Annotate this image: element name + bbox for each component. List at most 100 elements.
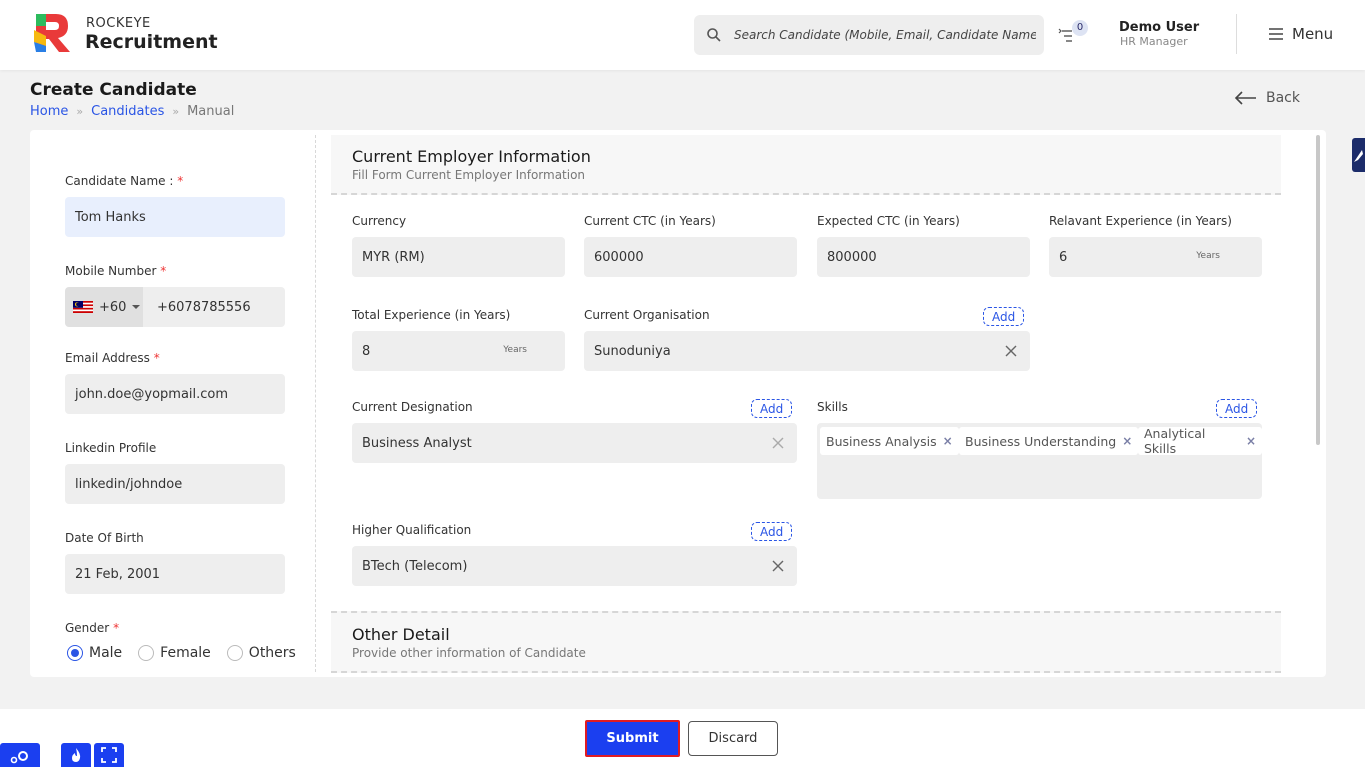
rockeye-logo[interactable] [32, 12, 72, 54]
designation-value: Business Analyst [362, 435, 472, 451]
relevant-experience-value: 6 [1059, 249, 1068, 265]
skill-chip-label: Business Understanding [965, 433, 1117, 449]
search-input[interactable] [734, 23, 1036, 47]
linkedin-field[interactable]: linkedin/johndoe [65, 464, 285, 504]
employer-section-header: Current Employer Information Fill Form C… [331, 135, 1281, 195]
designation-label: Current Designation [352, 400, 473, 414]
clear-icon[interactable] [771, 559, 785, 573]
breadcrumb-candidates[interactable]: Candidates [91, 104, 164, 119]
back-button[interactable]: Back [1234, 90, 1300, 106]
candidate-name-label: Candidate Name : * [65, 174, 184, 188]
submit-button[interactable]: Submit [585, 720, 680, 757]
hamburger-icon [1269, 28, 1283, 40]
breadcrumb-home[interactable]: Home [30, 104, 68, 119]
add-qualification-button[interactable]: Add [751, 522, 793, 541]
total-experience-value: 8 [362, 343, 371, 359]
candidate-name-field[interactable]: Tom Hanks [65, 197, 285, 237]
create-candidate-card: Candidate Name : * Tom Hanks Mobile Numb… [30, 130, 1326, 677]
footer-bar [0, 709, 1365, 767]
years-unit: Years [1196, 251, 1220, 261]
clear-icon[interactable] [771, 436, 785, 450]
skill-chip: Business Understanding × [959, 427, 1139, 455]
dob-label: Date Of Birth [65, 531, 144, 545]
country-code-select[interactable]: +60 [65, 287, 143, 327]
organisation-label: Current Organisation [584, 308, 710, 322]
skill-chip: Business Analysis × [820, 427, 959, 455]
basic-info-column: Candidate Name : * Tom Hanks Mobile Numb… [30, 130, 316, 677]
skills-label: Skills [817, 400, 848, 414]
fullscreen-fab[interactable] [94, 743, 124, 767]
other-section-subtitle: Provide other information of Candidate [352, 646, 586, 660]
current-ctc-value: 600000 [594, 249, 644, 265]
add-organisation-button[interactable]: Add [983, 307, 1025, 326]
other-section-title: Other Detail [352, 625, 450, 644]
user-role: HR Manager [1120, 35, 1188, 48]
email-field[interactable]: john.doe@yopmail.com [65, 374, 285, 414]
clear-icon[interactable] [1004, 344, 1018, 358]
brand-main-text: Recruitment [85, 31, 218, 53]
search-box[interactable] [694, 15, 1044, 55]
brand-top-text: ROCKEYE [86, 16, 151, 31]
designation-select[interactable]: Business Analyst [352, 423, 797, 463]
column-divider [315, 135, 316, 672]
remove-skill-icon[interactable]: × [943, 434, 953, 448]
user-name[interactable]: Demo User [1119, 20, 1199, 35]
fire-icon [72, 748, 81, 762]
trending-fab[interactable] [61, 743, 91, 767]
gender-radio-group: Male Female Others [67, 645, 302, 661]
gear-icon [10, 751, 28, 764]
remove-skill-icon[interactable]: × [1246, 434, 1256, 448]
settings-fab[interactable] [0, 743, 40, 767]
current-ctc-field[interactable]: 600000 [584, 237, 797, 277]
notification-badge: 0 [1072, 20, 1088, 36]
header-divider [1236, 14, 1237, 54]
currency-label: Currency [352, 214, 407, 228]
currency-select[interactable]: MYR (RM) [352, 237, 565, 277]
email-value: john.doe@yopmail.com [75, 386, 229, 402]
gender-male-label: Male [89, 645, 123, 661]
employer-section-subtitle: Fill Form Current Employer Information [352, 168, 586, 182]
employer-section-title: Current Employer Information [352, 147, 591, 166]
total-experience-field[interactable]: 8 Years [352, 331, 565, 371]
mobile-input[interactable]: +6078785556 [143, 287, 285, 327]
malaysia-flag-icon [73, 301, 93, 313]
dropdown-caret-icon [132, 305, 141, 309]
radio-unchecked-icon [138, 645, 155, 661]
menu-label: Menu [1292, 25, 1334, 43]
qualification-label: Higher Qualification [352, 523, 472, 537]
expected-ctc-label: Expected CTC (in Years) [817, 214, 960, 228]
gender-others-radio[interactable]: Others [226, 645, 296, 661]
skills-multiselect[interactable]: Business Analysis × Business Understandi… [817, 423, 1262, 499]
total-experience-label: Total Experience (in Years) [352, 308, 511, 322]
notification-button[interactable]: 0 [1058, 20, 1090, 50]
radio-checked-icon [67, 645, 83, 661]
relevant-experience-field[interactable]: 6 Years [1049, 237, 1262, 277]
discard-button[interactable]: Discard [688, 721, 778, 756]
add-designation-button[interactable]: Add [751, 399, 793, 418]
email-label: Email Address * [65, 351, 160, 365]
gender-others-label: Others [248, 645, 296, 661]
dob-field[interactable]: 21 Feb, 2001 [65, 554, 285, 594]
expected-ctc-field[interactable]: 800000 [817, 237, 1030, 277]
linkedin-value: linkedin/johndoe [75, 476, 183, 492]
mobile-label: Mobile Number * [65, 264, 167, 278]
gender-male-radio[interactable]: Male [67, 645, 122, 661]
side-tool-tab[interactable] [1352, 138, 1365, 172]
menu-button[interactable]: Menu [1268, 24, 1333, 44]
candidate-name-value: Tom Hanks [75, 209, 146, 225]
remove-skill-icon[interactable]: × [1122, 434, 1132, 448]
breadcrumb: Home » Candidates » Manual [30, 104, 234, 119]
back-label: Back [1266, 90, 1300, 106]
years-unit: Years [503, 345, 527, 355]
arrow-left-icon [1234, 91, 1256, 105]
search-icon [707, 28, 721, 42]
radio-unchecked-icon [226, 645, 243, 661]
tool-icon [1354, 150, 1363, 162]
qualification-select[interactable]: BTech (Telecom) [352, 546, 797, 586]
gender-label: Gender * [65, 621, 120, 635]
add-skill-button[interactable]: Add [1216, 399, 1258, 418]
scrollbar[interactable] [1316, 135, 1320, 445]
organisation-select[interactable]: Sunoduniya [584, 331, 1030, 371]
gender-female-radio[interactable]: Female [138, 645, 211, 661]
organisation-value: Sunoduniya [594, 343, 671, 359]
